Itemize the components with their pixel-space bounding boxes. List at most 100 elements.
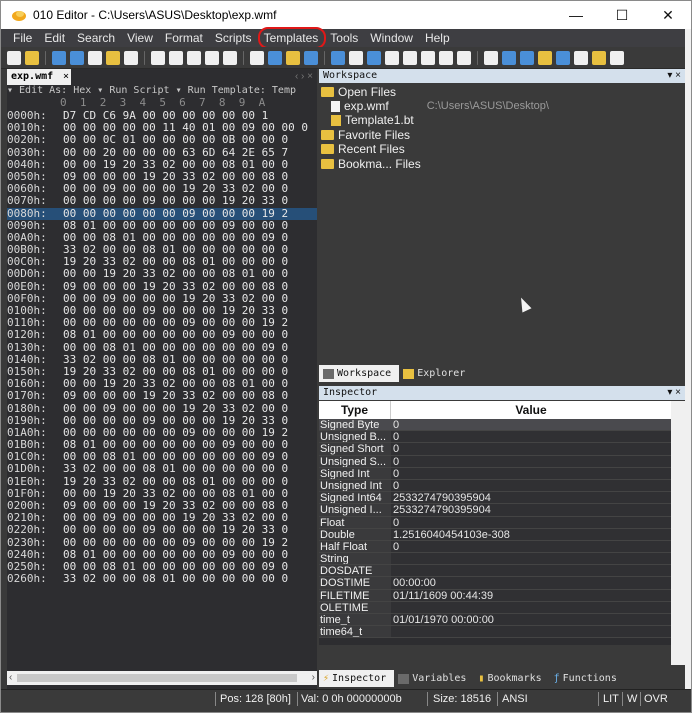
undo-icon[interactable] <box>205 50 219 65</box>
inspector-row[interactable]: FILETIME 01/11/1609 00:44:39 <box>319 589 671 602</box>
inspector-row[interactable]: DOSDATE <box>319 565 671 578</box>
inspector-row[interactable]: Double 1.2516040454103e-308 <box>319 528 671 541</box>
hex-row-bytes[interactable]: 00 00 08 01 00 00 00 00 00 00 09 0 <box>63 341 288 354</box>
inspector-value-cell[interactable] <box>391 565 671 577</box>
inspector-row[interactable]: Unsigned Int 0 <box>319 479 671 493</box>
paste-icon[interactable] <box>187 50 201 65</box>
tree-favorite-files[interactable]: Favorite Files <box>321 128 410 142</box>
editor-horizontal-scrollbar[interactable]: ‹ › <box>7 671 317 685</box>
file-tab-exp-wmf[interactable]: exp.wmf × <box>7 69 71 85</box>
inspector-value-cell[interactable]: 0 <box>391 540 671 553</box>
inspector-row[interactable]: Signed Short 0 <box>319 443 671 456</box>
tree-open-files[interactable]: Open Files <box>321 85 396 99</box>
inspector-value-cell[interactable]: 0 <box>391 516 671 529</box>
inspector-value-cell[interactable]: 0 <box>391 467 671 480</box>
hex-row-bytes[interactable]: 00 00 09 00 00 00 19 20 33 02 00 0 <box>63 402 288 415</box>
save-icon[interactable] <box>52 50 66 65</box>
goto-icon[interactable] <box>304 50 318 65</box>
hex-row[interactable]: 0220h: 00 00 00 00 09 00 00 00 19 20 33 0 <box>7 524 317 536</box>
inspector-value-cell[interactable] <box>391 553 671 565</box>
inspector-row[interactable]: Unsigned I... 2533274790395904 <box>319 504 671 517</box>
inspector-value-cell[interactable]: 2533274790395904 <box>391 492 671 504</box>
hex-mode-icon[interactable] <box>367 50 381 65</box>
inspector-header-controls[interactable]: ▾ × <box>667 386 681 400</box>
hex-row[interactable]: 01D0h: 33 02 00 00 08 01 00 00 00 00 00 0 <box>7 463 317 475</box>
hex-row-bytes[interactable]: 09 00 00 00 19 20 33 02 00 00 08 0 <box>63 280 288 293</box>
inspector-row[interactable]: Signed Int 0 <box>319 467 671 480</box>
properties-icon[interactable] <box>124 50 138 65</box>
highlight-icon[interactable] <box>349 50 363 65</box>
inspector-row[interactable]: Float 0 <box>319 516 671 529</box>
close-button[interactable]: ✕ <box>645 1 691 29</box>
hex-row[interactable]: 0070h: 00 00 00 00 09 00 00 00 19 20 33 0 <box>7 195 317 207</box>
menu-search[interactable]: Search <box>69 29 119 47</box>
scroll-left-icon[interactable]: ‹ <box>9 671 12 685</box>
open-folder-icon[interactable] <box>106 50 120 65</box>
hex-row[interactable]: 00E0h: 09 00 00 00 19 20 33 02 00 00 08 0 <box>7 280 317 293</box>
file-tab-close-icon[interactable]: × <box>63 69 69 85</box>
find-icon[interactable] <box>250 50 264 65</box>
script-icon[interactable] <box>610 50 624 65</box>
checksum-icon[interactable] <box>520 50 534 65</box>
scroll-right-icon[interactable]: › <box>312 671 315 685</box>
hex-row[interactable]: 01E0h: 19 20 33 02 00 00 08 01 00 00 00 0 <box>7 475 317 488</box>
hex-row[interactable]: 0130h: 00 00 08 01 00 00 00 00 00 00 09 0 <box>7 341 317 354</box>
tree-file-template1[interactable]: Template1.bt <box>331 113 414 127</box>
hex-row[interactable]: 0260h: 33 02 00 00 08 01 00 00 00 00 00 0 <box>7 572 317 585</box>
redo-icon[interactable] <box>223 50 237 65</box>
menu-tools[interactable]: Tools <box>322 29 362 47</box>
menu-help[interactable]: Help <box>417 29 454 47</box>
inspector-value-cell[interactable]: 0 <box>391 455 671 468</box>
hex-row-bytes[interactable]: 33 02 00 00 08 01 00 00 00 00 00 0 <box>63 463 288 475</box>
replace-icon[interactable] <box>268 50 282 65</box>
minimize-button[interactable]: — <box>553 1 599 29</box>
cut-icon[interactable] <box>151 50 165 65</box>
hex-row[interactable]: 00D0h: 00 00 19 20 33 02 00 00 08 01 00 0 <box>7 268 317 280</box>
tab-scroll-arrows[interactable]: ‹ › × <box>295 69 313 85</box>
inspector-value-cell[interactable]: 00:00:00 <box>391 577 671 589</box>
menu-scripts[interactable]: Scripts <box>207 29 256 47</box>
hex-row[interactable]: 0080h: 00 00 00 00 00 00 09 00 00 00 19 2 <box>7 207 317 220</box>
hex-row-bytes[interactable]: 00 00 00 00 09 00 00 00 19 20 33 0 <box>63 524 288 536</box>
hex-row-bytes[interactable]: 09 00 00 00 19 20 33 02 00 00 08 0 <box>63 390 288 402</box>
inspector-value-cell[interactable]: 01/11/1609 00:44:39 <box>391 589 671 602</box>
inspector-value-cell[interactable]: 0 <box>391 419 671 431</box>
hex-row[interactable]: 0020h: 00 00 0C 01 00 00 00 00 0B 00 00 0 <box>7 134 317 146</box>
hex-row[interactable]: 0030h: 00 00 20 00 00 00 63 6D 64 2E 65 7 <box>7 146 317 159</box>
hex-row-bytes[interactable]: 00 00 00 00 09 00 00 00 19 20 33 0 <box>63 195 288 207</box>
template-icon[interactable] <box>592 50 606 65</box>
hex-row-bytes[interactable]: 00 00 00 00 00 00 09 00 00 00 19 2 <box>63 207 288 220</box>
chart-icon[interactable] <box>556 50 570 65</box>
inspector-row[interactable]: Signed Int64 2533274790395904 <box>319 492 671 505</box>
font-icon[interactable] <box>331 50 345 65</box>
inspector-value-cell[interactable]: 0 <box>391 443 671 455</box>
menu-edit[interactable]: Edit <box>36 29 69 47</box>
find-in-files-icon[interactable] <box>286 50 300 65</box>
menu-format[interactable]: Format <box>157 29 207 47</box>
hex-row[interactable]: 0120h: 08 01 00 00 00 00 00 00 09 00 00 0 <box>7 329 317 341</box>
hex-row-bytes[interactable]: 33 02 00 00 08 01 00 00 00 00 00 0 <box>63 572 288 585</box>
inspector-row[interactable]: Half Float 0 <box>319 540 671 554</box>
inspector-value-cell[interactable]: 2533274790395904 <box>391 504 671 516</box>
compare-icon[interactable] <box>502 50 516 65</box>
inspector-value-cell[interactable] <box>391 601 671 613</box>
inspector-value-cell[interactable]: 01/01/1970 00:00:00 <box>391 614 671 626</box>
histogram-icon[interactable] <box>538 50 552 65</box>
menu-templates[interactable]: Templates <box>256 27 326 49</box>
inspector-row[interactable]: DOSTIME 00:00:00 <box>319 577 671 590</box>
tree-recent-files[interactable]: Recent Files <box>321 142 405 156</box>
hex-row-bytes[interactable]: 08 01 00 00 00 00 00 00 09 00 00 0 <box>63 329 288 341</box>
inspector-row[interactable]: time64_t <box>319 626 671 639</box>
open-file-icon[interactable] <box>25 50 39 65</box>
menu-window[interactable]: Window <box>362 29 417 47</box>
show-whitespace-icon[interactable] <box>403 50 417 65</box>
inspector-row[interactable]: Unsigned B... 0 <box>319 431 671 444</box>
inspector-vertical-scrollbar[interactable] <box>671 401 685 665</box>
hex-rows[interactable]: 0000h: D7 CD C6 9A 00 00 00 00 00 00 1 001… <box>7 109 317 585</box>
tree-file-exp-wmf[interactable]: exp.wmf C:\Users\ASUS\Desktop\ <box>331 99 549 113</box>
hex-row-bytes[interactable]: 00 00 00 00 00 00 09 00 00 00 19 2 <box>63 536 288 549</box>
maximize-button[interactable]: ☐ <box>599 1 645 29</box>
text-mode-icon[interactable] <box>385 50 399 65</box>
status-ovr[interactable]: OVR <box>644 690 668 708</box>
inspector-row[interactable]: Unsigned S... 0 <box>319 455 671 468</box>
